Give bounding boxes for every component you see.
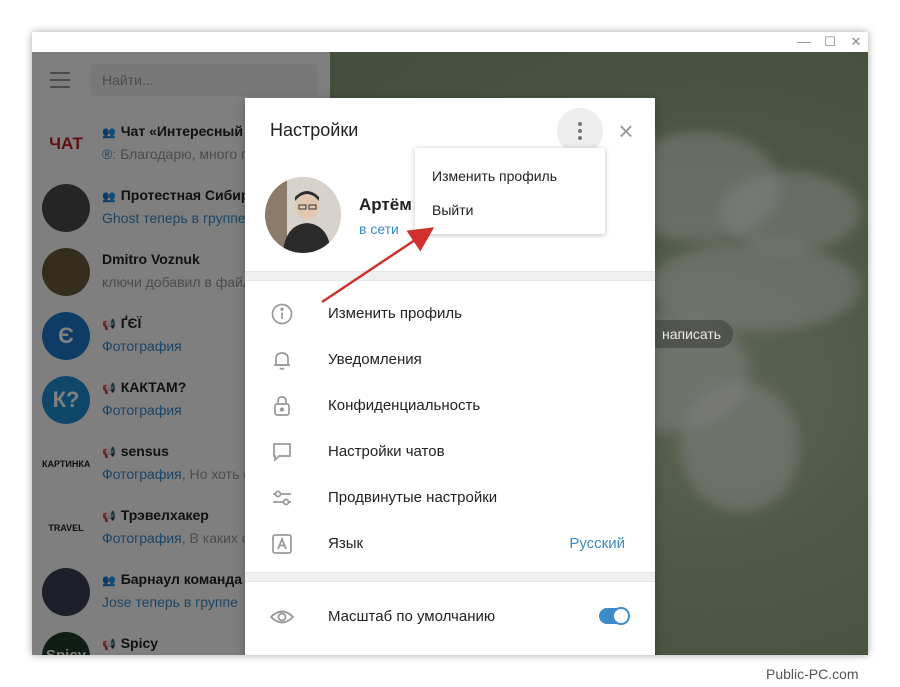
watermark: Public-PC.com: [766, 666, 859, 682]
write-hint: написать: [642, 320, 734, 348]
settings-item-label: Конфиденциальность: [328, 397, 481, 414]
lock-icon: [270, 394, 294, 418]
settings-item-label: Язык: [328, 535, 364, 552]
maximize-icon[interactable]: ☐: [822, 34, 838, 50]
chat-bubble-icon: [270, 440, 294, 464]
scale-toggle[interactable]: [599, 607, 630, 625]
minimize-icon[interactable]: —: [796, 34, 812, 50]
settings-item-6[interactable]: Язык Русский: [245, 521, 655, 567]
settings-item-label: Продвинутые настройки: [328, 489, 498, 506]
modal-title: Настройки: [270, 120, 359, 140]
eye-icon: [269, 605, 295, 629]
settings-item-5[interactable]: Продвинутые настройки: [245, 475, 655, 521]
language-icon: [270, 532, 294, 556]
settings-item-3[interactable]: Конфиденциальность: [245, 383, 655, 429]
section-divider: [245, 572, 655, 582]
settings-item-label: Настройки чатов: [328, 443, 445, 460]
title-bar: — ☐ ✕: [32, 32, 868, 52]
dropdown-item-edit-profile[interactable]: Изменить профиль: [432, 168, 557, 184]
close-window-icon[interactable]: ✕: [848, 34, 864, 50]
info-icon: [270, 302, 294, 326]
settings-item-label: Уведомления: [328, 351, 422, 368]
settings-item-2[interactable]: Уведомления: [245, 337, 655, 383]
close-icon[interactable]: ×: [613, 118, 639, 144]
app-window: — ☐ ✕ Найти... ЧАТ👥Чат «Интересный®: Бла…: [32, 32, 868, 655]
settings-item-4[interactable]: Настройки чатов: [245, 429, 655, 475]
bell-icon: [270, 348, 294, 372]
sliders-icon: [270, 486, 294, 510]
scale-label: Масштаб по умолчанию: [328, 608, 496, 625]
scale-row[interactable]: Масштаб по умолчанию: [245, 594, 655, 640]
app-body: Найти... ЧАТ👥Чат «Интересный®: Благодарю…: [32, 52, 868, 655]
language-value[interactable]: Русский: [569, 535, 625, 552]
annotation-arrow: [321, 227, 435, 304]
